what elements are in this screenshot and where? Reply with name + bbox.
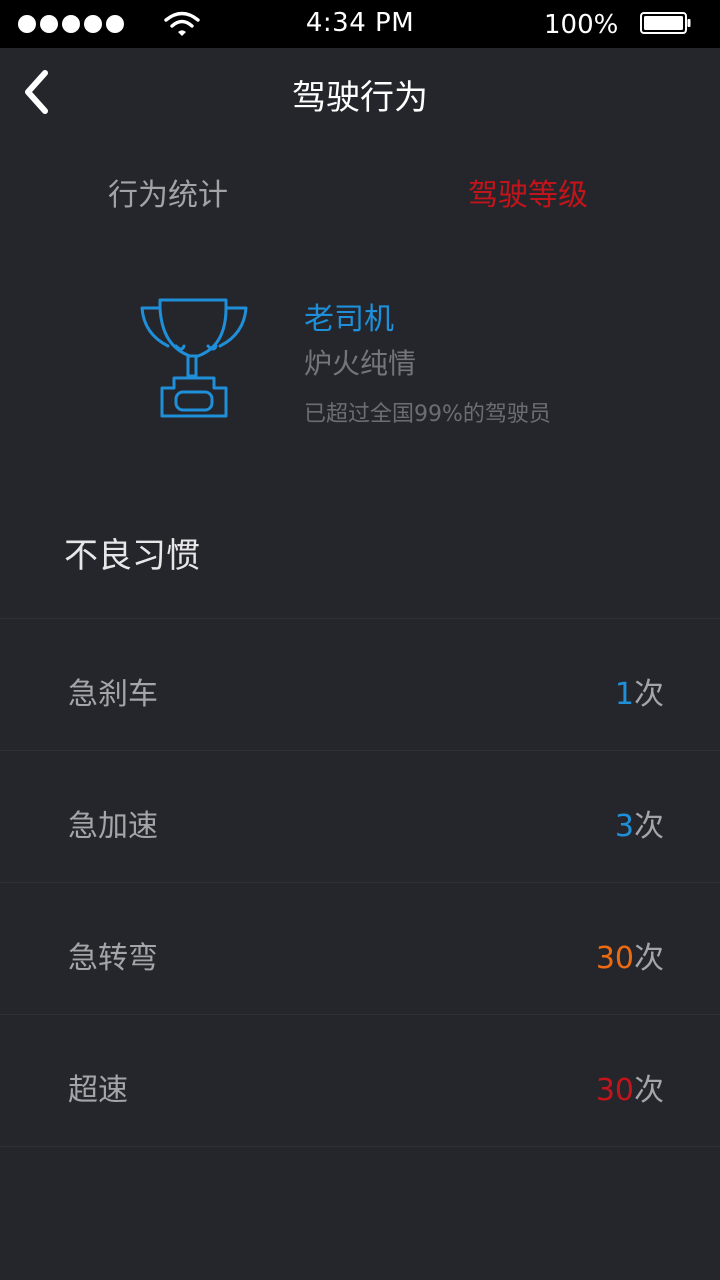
screen: 4:34 PM 100% 驾驶行为 行为统计 驾驶等级 老司机 炉火纯情 已超过… (0, 0, 720, 1280)
habit-row-hard-brake: 急刹车 1次 (0, 619, 720, 751)
habit-count-unit: 次 (634, 941, 664, 976)
habit-count: 30次 (596, 933, 664, 977)
habit-count-unit: 次 (634, 1073, 664, 1108)
habit-count-unit: 次 (634, 809, 664, 844)
habit-label: 急加速 (68, 809, 158, 844)
habit-row-speeding: 超速 30次 (0, 1015, 720, 1147)
habit-label: 急转弯 (68, 941, 158, 976)
habit-count-number: 1 (614, 677, 634, 712)
battery-percent: 100% (544, 10, 619, 40)
battery-full-icon (640, 12, 691, 34)
habit-count-number: 3 (614, 809, 634, 844)
tab-driving-level[interactable]: 驾驶等级 (408, 170, 648, 214)
habit-count-number: 30 (595, 941, 634, 976)
habit-row-sharp-turn: 急转弯 30次 (0, 883, 720, 1015)
habit-label: 急刹车 (68, 677, 158, 712)
habit-label: 超速 (68, 1073, 128, 1108)
tab-behavior-stats[interactable]: 行为统计 (48, 170, 288, 214)
bad-habits-list: 急刹车 1次 急加速 3次 急转弯 30次 超速 30次 (0, 618, 720, 1147)
status-bar: 4:34 PM 100% (0, 0, 720, 48)
tab-bar: 行为统计 驾驶等级 (0, 170, 720, 226)
page-title: 驾驶行为 (292, 78, 428, 118)
habit-count: 30次 (596, 1065, 664, 1109)
level-subtitle: 炉火纯情 (304, 347, 417, 380)
level-title: 老司机 (304, 302, 394, 337)
level-rank-note: 已超过全国99%的驾驶员 (304, 402, 551, 427)
habit-row-rapid-accel: 急加速 3次 (0, 751, 720, 883)
habit-count-unit: 次 (634, 677, 664, 712)
bad-habits-title: 不良习惯 (64, 536, 200, 576)
habit-count-number: 30 (595, 1073, 634, 1108)
nav-bar: 驾驶行为 (0, 48, 720, 138)
habit-count: 3次 (615, 801, 664, 845)
habit-count: 1次 (615, 669, 664, 713)
trophy-icon (140, 298, 248, 418)
